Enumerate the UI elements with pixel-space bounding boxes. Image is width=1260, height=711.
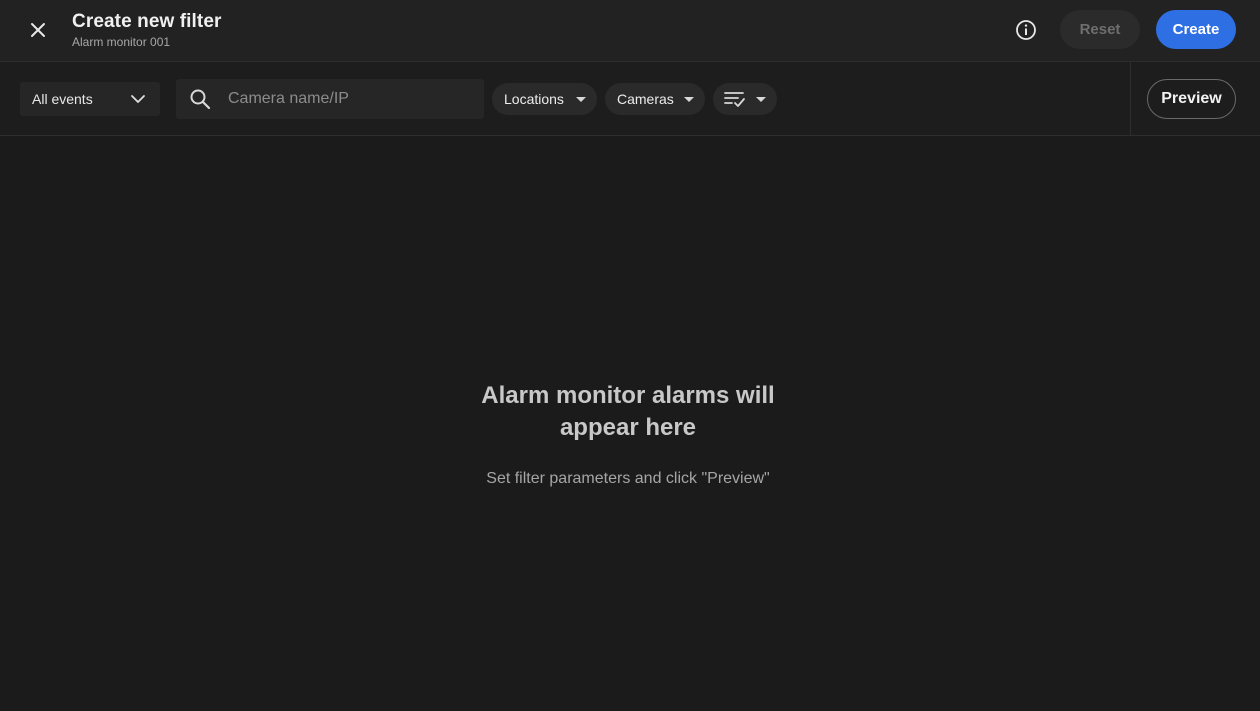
- cameras-chip-label: Cameras: [617, 91, 674, 107]
- results-area: Alarm monitor alarms will appear here Se…: [0, 136, 1260, 711]
- camera-search: [176, 79, 484, 119]
- caret-down-icon: [756, 97, 766, 102]
- filter-list-check-icon: [724, 92, 745, 107]
- info-button[interactable]: [1010, 14, 1042, 46]
- page-title: Create new filter: [72, 11, 222, 32]
- search-icon: [190, 89, 211, 110]
- chevron-down-icon: [131, 95, 145, 103]
- advanced-filter-chip[interactable]: [713, 83, 777, 115]
- reset-button[interactable]: Reset: [1060, 10, 1140, 49]
- create-button[interactable]: Create: [1156, 10, 1236, 49]
- close-button[interactable]: [22, 14, 54, 46]
- close-icon: [31, 23, 45, 37]
- header-bar: Create new filter Alarm monitor 001 Rese…: [0, 0, 1260, 62]
- preview-button[interactable]: Preview: [1147, 79, 1236, 119]
- locations-filter-chip[interactable]: Locations: [492, 83, 597, 115]
- empty-state-hint: Set filter parameters and click "Preview…: [486, 470, 770, 487]
- locations-chip-label: Locations: [504, 91, 564, 107]
- caret-down-icon: [576, 97, 586, 102]
- event-type-select[interactable]: All events: [20, 82, 160, 116]
- toolbar-divider: [1130, 62, 1131, 136]
- search-input[interactable]: [228, 79, 474, 119]
- cameras-filter-chip[interactable]: Cameras: [605, 83, 705, 115]
- page-subtitle: Alarm monitor 001: [72, 35, 171, 49]
- event-type-value: All events: [32, 91, 93, 107]
- filter-toolbar: All events Locations Cameras Preview: [0, 62, 1260, 136]
- caret-down-icon: [684, 97, 694, 102]
- info-icon: [1016, 20, 1036, 40]
- empty-state-title: Alarm monitor alarms will appear here: [481, 382, 775, 441]
